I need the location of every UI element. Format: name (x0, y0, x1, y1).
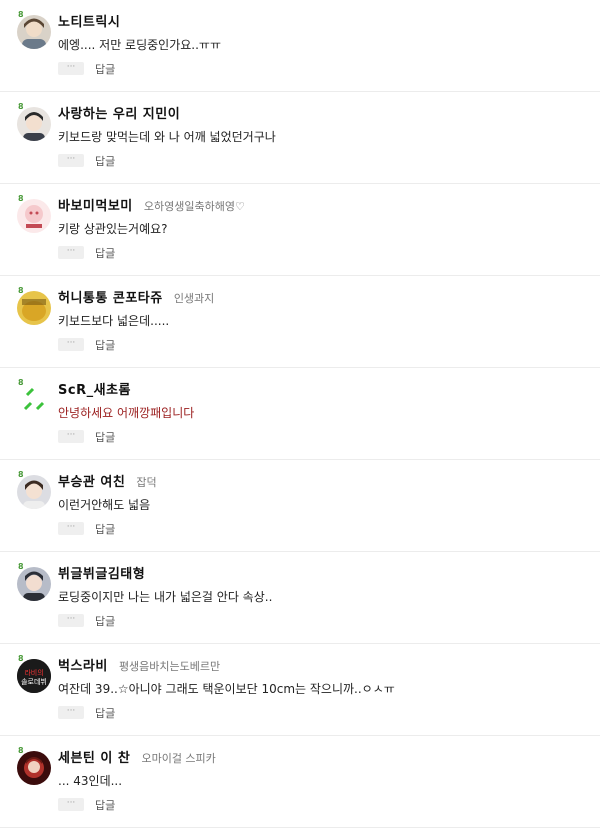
comment-item: 8 노티트릭시 에엥.... 저만 로딩중인가요..ㅠㅠ ··· 답글 (0, 0, 600, 92)
avatar[interactable] (17, 475, 51, 509)
more-button[interactable]: ··· (58, 706, 84, 719)
comment-list: 8 노티트릭시 에엥.... 저만 로딩중인가요..ㅠㅠ ··· 답글 8 사랑… (0, 0, 600, 828)
nickname[interactable]: 벅스라비 (58, 659, 108, 674)
reply-button[interactable]: 답글 (95, 521, 115, 537)
reply-button[interactable]: 답글 (95, 429, 115, 445)
comment-item: 8 허니통통 콘포타쥬 인생과지 키보드보다 넓은데..... ··· 답글 (0, 276, 600, 368)
level-badge-icon: 8 (18, 470, 24, 479)
level-badge-icon: 8 (18, 562, 24, 571)
comment-text: 안녕하세요 어깨깡패입니다 (58, 406, 195, 420)
comment-text: ... 43인데... (58, 774, 123, 788)
comment-item: 8 사랑하는 우리 지민이 키보드랑 맞먹는데 와 나 어깨 넓었던거구나 ··… (0, 92, 600, 184)
user-title: 오마이걸 스피카 (141, 752, 216, 765)
reply-button[interactable]: 답글 (95, 153, 115, 169)
level-badge-icon: 8 (18, 654, 24, 663)
avatar[interactable] (17, 567, 51, 601)
user-title: 인생과지 (173, 292, 215, 305)
more-button[interactable]: ··· (58, 62, 84, 75)
level-badge-icon: 8 (18, 10, 24, 19)
comment-text: 로딩중이지만 나는 내가 넓은걸 안다 속상.. (58, 590, 273, 604)
user-title: 평생음바치는도베르만 (118, 660, 221, 673)
avatar[interactable] (17, 383, 51, 417)
comment-item: 8 부승관 여친 잡덕 이런거안해도 넓음 ··· 답글 (0, 460, 600, 552)
avatar[interactable] (17, 751, 51, 785)
level-badge-icon: 8 (18, 194, 24, 203)
more-button[interactable]: ··· (58, 246, 84, 259)
more-button[interactable]: ··· (58, 522, 84, 535)
comment-text: 여잔데 39..☆아니야 그래도 택운이보단 10cm는 작으니까..ㅇㅅㅠ (58, 682, 395, 696)
comment-text: 이런거안해도 넓음 (58, 498, 151, 512)
level-badge-icon: 8 (18, 746, 24, 755)
avatar[interactable] (17, 291, 51, 325)
more-button[interactable]: ··· (58, 798, 84, 811)
more-button[interactable]: ··· (58, 338, 84, 351)
level-badge-icon: 8 (18, 286, 24, 295)
nickname[interactable]: 사랑하는 우리 지민이 (58, 107, 180, 122)
reply-button[interactable]: 답글 (95, 337, 115, 353)
reply-button[interactable]: 답글 (95, 613, 115, 629)
more-button[interactable]: ··· (58, 430, 84, 443)
reply-button[interactable]: 답글 (95, 705, 115, 721)
level-badge-icon: 8 (18, 378, 24, 387)
avatar-logo-text: 솔로데뷔 (21, 677, 47, 686)
reply-button[interactable]: 답글 (95, 245, 115, 261)
user-title: 오하영생일축하해영♡ (143, 200, 245, 213)
nickname[interactable]: 노티트릭시 (58, 15, 120, 30)
avatar[interactable] (17, 15, 51, 49)
comment-text: 에엥.... 저만 로딩중인가요..ㅠㅠ (58, 38, 221, 52)
nickname[interactable]: 허니통통 콘포타쥬 (58, 291, 163, 306)
nickname[interactable]: 세븐틴 이 찬 (58, 751, 130, 766)
reply-button[interactable]: 답글 (95, 797, 115, 813)
comment-item: 라비의 솔로데뷔 8 벅스라비 평생음바치는도베르만 여잔데 39..☆아니야 그… (0, 644, 600, 736)
nickname[interactable]: 뷔글뷔글김태형 (58, 567, 145, 582)
comment-item: 8 ScR_새초롬 안녕하세요 어깨깡패입니다 ··· 답글 (0, 368, 600, 460)
comment-text: 키보드보다 넓은데..... (58, 314, 170, 328)
comment-item: 8 바보미먹보미 오하영생일축하해영♡ 키랑 상관있는거예요? ··· 답글 (0, 184, 600, 276)
more-button[interactable]: ··· (58, 614, 84, 627)
reply-button[interactable]: 답글 (95, 61, 115, 77)
nickname[interactable]: 바보미먹보미 (58, 199, 133, 214)
level-badge-icon: 8 (18, 102, 24, 111)
comment-text: 키랑 상관있는거예요? (58, 222, 168, 236)
comment-item: 8 뷔글뷔글김태형 로딩중이지만 나는 내가 넓은걸 안다 속상.. ··· 답… (0, 552, 600, 644)
avatar[interactable] (17, 199, 51, 233)
more-button[interactable]: ··· (58, 154, 84, 167)
user-title: 잡덕 (136, 476, 157, 489)
avatar-logo-text: 라비의 (24, 668, 43, 677)
comment-item: 8 세븐틴 이 찬 오마이걸 스피카 ... 43인데... ··· 답글 (0, 736, 600, 828)
avatar[interactable]: 라비의 솔로데뷔 (17, 659, 51, 693)
nickname[interactable]: ScR_새초롬 (58, 383, 131, 398)
avatar[interactable] (17, 107, 51, 141)
nickname[interactable]: 부승관 여친 (58, 475, 125, 490)
comment-text: 키보드랑 맞먹는데 와 나 어깨 넓었던거구나 (58, 130, 276, 144)
